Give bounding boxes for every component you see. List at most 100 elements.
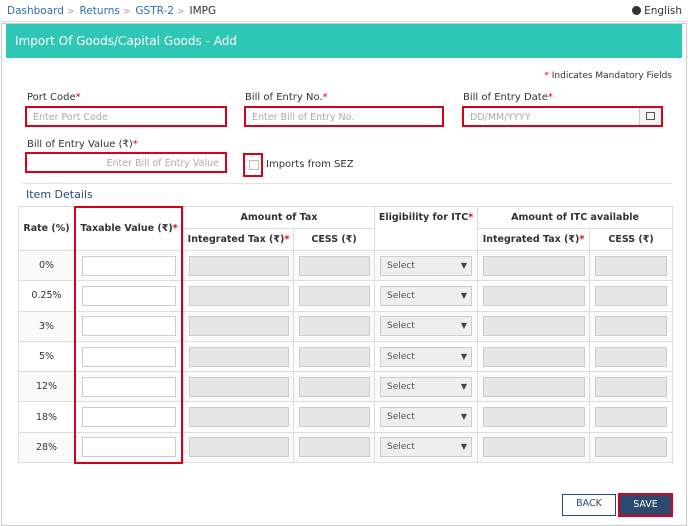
itc-eligibility-select[interactable]: Select ▼ bbox=[380, 316, 473, 337]
col-amount-itc: Amount of ITC available bbox=[477, 206, 674, 229]
taxable-value-highlight bbox=[74, 206, 183, 464]
bill-no-input[interactable]: Enter Bill of Entry No. bbox=[244, 106, 444, 127]
itc-eligibility-select[interactable]: Select ▼ bbox=[380, 285, 473, 306]
itc-cess-input bbox=[595, 346, 668, 367]
integrated-tax-input bbox=[188, 316, 289, 337]
required-star: * bbox=[75, 92, 81, 103]
bill-date-label-text: Bill of Entry Date bbox=[463, 92, 548, 103]
item-details-title: Item Details bbox=[26, 188, 93, 201]
breadcrumb-dashboard[interactable]: Dashboard bbox=[7, 5, 64, 17]
caret-down-icon: ▼ bbox=[460, 290, 468, 300]
port-code-placeholder: Enter Port Code bbox=[33, 112, 108, 123]
select-value: Select bbox=[387, 351, 415, 362]
back-button[interactable]: BACK bbox=[562, 494, 616, 516]
breadcrumb-current: IMPG bbox=[189, 5, 217, 17]
itc-eligibility-select[interactable]: Select ▼ bbox=[380, 255, 473, 276]
bill-value-input[interactable]: Enter Bill of Entry Value bbox=[25, 152, 227, 173]
itc-integrated-tax-input bbox=[482, 437, 585, 458]
caret-down-icon: ▼ bbox=[460, 442, 468, 452]
breadcrumb: Dashboard > Returns > GSTR-2 > IMPG bbox=[7, 5, 216, 17]
language-selector[interactable]: English bbox=[632, 5, 682, 17]
bill-date-input[interactable]: DD/MM/YYYY bbox=[462, 106, 663, 127]
itc-cess-input bbox=[595, 316, 668, 337]
language-label: English bbox=[644, 5, 682, 17]
bill-no-placeholder: Enter Bill of Entry No. bbox=[252, 112, 355, 123]
integrated-tax-input bbox=[188, 285, 289, 306]
port-code-label: Port Code* bbox=[27, 92, 81, 103]
col-cess: CESS (₹) bbox=[292, 228, 376, 251]
caret-down-icon: ▼ bbox=[460, 412, 468, 422]
select-value: Select bbox=[387, 412, 415, 423]
page-header: Import Of Goods/Capital Goods - Add bbox=[6, 24, 682, 58]
cess-input bbox=[298, 376, 370, 397]
bill-no-label-text: Bill of Entry No. bbox=[245, 92, 323, 103]
cess-input bbox=[298, 437, 370, 458]
save-button[interactable]: SAVE bbox=[618, 493, 673, 517]
integrated-tax-input bbox=[188, 376, 289, 397]
rate-cell: 5% bbox=[18, 340, 75, 373]
required-star: * bbox=[544, 71, 549, 81]
itc-cess-input bbox=[595, 376, 668, 397]
sez-checkbox[interactable] bbox=[249, 160, 259, 170]
port-code-input[interactable]: Enter Port Code bbox=[25, 106, 227, 127]
chevron-right-icon: > bbox=[66, 7, 75, 17]
breadcrumb-returns[interactable]: Returns bbox=[80, 5, 120, 17]
select-value: Select bbox=[387, 381, 415, 392]
col-amount-of-tax: Amount of Tax bbox=[182, 206, 376, 229]
integrated-tax-input bbox=[188, 255, 289, 276]
select-value: Select bbox=[387, 290, 415, 301]
itc-integrated-tax-input bbox=[482, 255, 585, 276]
itc-integrated-tax-input bbox=[482, 407, 585, 428]
integrated-tax-input bbox=[188, 407, 289, 428]
breadcrumb-gstr2[interactable]: GSTR-2 bbox=[135, 5, 174, 17]
col-rate: Rate (%) bbox=[18, 206, 75, 251]
itc-integrated-tax-input bbox=[482, 316, 585, 337]
col-eligibility-itc-text: Eligibility for ITC bbox=[378, 212, 469, 223]
rate-cell: 0% bbox=[18, 249, 75, 282]
col-itc-integrated-tax: Integrated Tax (₹)* bbox=[477, 228, 591, 251]
col-itc-integrated-tax-text: Integrated Tax (₹) bbox=[482, 234, 580, 245]
bill-value-placeholder: Enter Bill of Entry Value bbox=[106, 158, 219, 169]
sez-checkbox-highlight bbox=[243, 153, 263, 177]
caret-down-icon: ▼ bbox=[460, 260, 468, 270]
required-star: * bbox=[468, 212, 474, 223]
cess-input bbox=[298, 407, 370, 428]
rate-cell: 12% bbox=[18, 371, 75, 403]
chevron-right-icon: > bbox=[176, 7, 185, 17]
itc-eligibility-select[interactable]: Select ▼ bbox=[380, 376, 473, 397]
caret-down-icon: ▼ bbox=[460, 381, 468, 391]
chevron-right-icon: > bbox=[122, 7, 131, 17]
mandatory-note-text: Indicates Mandatory Fields bbox=[551, 71, 672, 81]
integrated-tax-input bbox=[188, 437, 289, 458]
itc-integrated-tax-input bbox=[482, 285, 585, 306]
port-code-label-text: Port Code bbox=[27, 92, 76, 103]
bill-no-label: Bill of Entry No.* bbox=[245, 92, 328, 103]
calendar-icon[interactable] bbox=[639, 108, 661, 125]
select-value: Select bbox=[387, 442, 415, 453]
itc-cess-input bbox=[595, 437, 668, 458]
itc-eligibility-select[interactable]: Select ▼ bbox=[380, 407, 473, 428]
sez-label: Imports from SEZ bbox=[266, 159, 354, 170]
top-bar: Dashboard > Returns > GSTR-2 > IMPG English bbox=[0, 0, 688, 22]
cess-input bbox=[298, 346, 370, 367]
bill-date-placeholder: DD/MM/YYYY bbox=[470, 112, 531, 123]
globe-icon bbox=[632, 6, 642, 15]
itc-eligibility-select[interactable]: Select ▼ bbox=[380, 346, 473, 367]
required-star: * bbox=[322, 92, 328, 103]
rate-cell: 18% bbox=[18, 401, 75, 433]
select-value: Select bbox=[387, 260, 415, 271]
caret-down-icon: ▼ bbox=[460, 321, 468, 331]
required-star: * bbox=[579, 234, 585, 245]
rate-cell: 0.25% bbox=[18, 280, 75, 312]
bill-value-label-text: Bill of Entry Value (₹) bbox=[27, 139, 133, 150]
itc-cess-input bbox=[595, 255, 668, 276]
cess-input bbox=[298, 285, 370, 306]
required-star: * bbox=[547, 92, 553, 103]
integrated-tax-input bbox=[188, 346, 289, 367]
rate-cell: 28% bbox=[18, 431, 75, 464]
cess-input bbox=[298, 255, 370, 276]
col-itc-cess: CESS (₹) bbox=[589, 228, 674, 251]
itc-eligibility-select[interactable]: Select ▼ bbox=[380, 437, 473, 458]
caret-down-icon: ▼ bbox=[460, 351, 468, 361]
required-star: * bbox=[284, 234, 290, 245]
